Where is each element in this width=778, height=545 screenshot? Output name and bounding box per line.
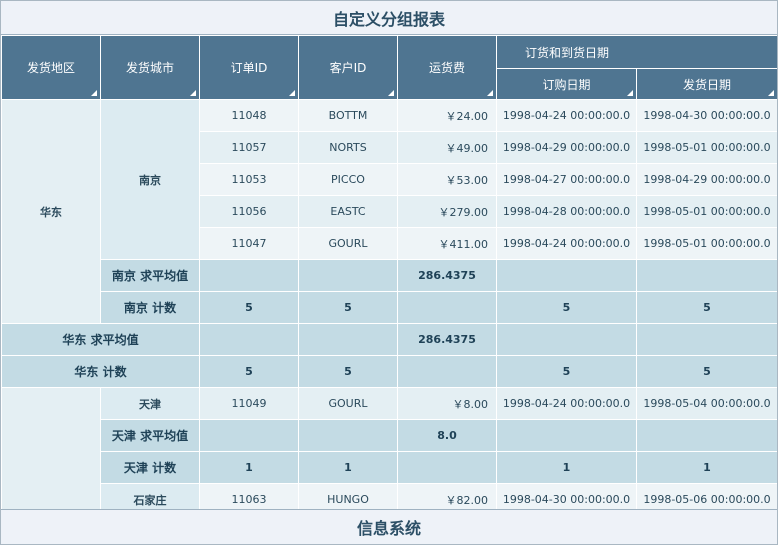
- customer-id-cell: GOURL: [298, 387, 398, 420]
- region-count-row: 华东 计数 5 5 5 5: [1, 355, 777, 388]
- report-grid[interactable]: 发货地区 发货城市 订单ID 客户ID 运货费 订货和到货日期 订购日期 发货日…: [1, 35, 777, 511]
- ship-date-cell: 1998-05-01 00:00:00.0: [635, 195, 777, 228]
- freight-cell: ￥82.00: [397, 483, 497, 511]
- report-window: 自定义分组报表 发货地区 发货城市 订单ID 客户ID 运货费 订货和到货日期 …: [0, 0, 778, 545]
- freight-cell: ￥279.00: [397, 195, 497, 228]
- empty-cell: [635, 419, 777, 452]
- region-average-label: 华东 求平均值: [1, 323, 200, 356]
- order-id-cell: 11056: [199, 195, 299, 228]
- table-row[interactable]: 天津 11049 GOURL ￥8.00 1998-04-24 00:00:00.0 19…: [1, 387, 777, 511]
- city-average-freight: 8.0: [397, 419, 497, 452]
- count-order-id: 5: [199, 291, 299, 324]
- empty-cell: [199, 259, 299, 292]
- header-order-id[interactable]: 订单ID: [199, 35, 299, 100]
- empty-cell: [397, 291, 497, 324]
- empty-cell: [199, 323, 299, 356]
- city-average-row: 天津 求平均值 8.0: [2, 419, 777, 452]
- freight-cell: ￥24.00: [397, 99, 497, 132]
- empty-cell: [397, 355, 497, 388]
- ship-date-cell: 1998-05-01 00:00:00.0: [635, 227, 777, 260]
- order-id-cell: 11047: [199, 227, 299, 260]
- count-customer-id: 5: [298, 291, 398, 324]
- empty-cell: [496, 259, 637, 292]
- order-id-cell: 11049: [199, 387, 299, 420]
- count-ship-date: 5: [635, 355, 777, 388]
- header-customer-id[interactable]: 客户ID: [298, 35, 398, 100]
- city-count-row: 南京 计数 5 5 5 5: [2, 291, 777, 324]
- city-average-freight: 286.4375: [397, 259, 497, 292]
- freight-cell: ￥8.00: [397, 387, 497, 420]
- customer-id-cell: PICCO: [298, 163, 398, 196]
- freight-cell: ￥411.00: [397, 227, 497, 260]
- ship-date-cell: 1998-05-04 00:00:00.0: [635, 387, 777, 420]
- region-cell: [1, 387, 101, 511]
- city-cell: 天津: [100, 387, 200, 420]
- city-cell: 石家庄: [100, 483, 200, 511]
- empty-cell: [496, 323, 637, 356]
- header-city[interactable]: 发货城市: [100, 35, 200, 100]
- empty-cell: [397, 451, 497, 484]
- count-order-date: 5: [496, 355, 637, 388]
- empty-cell: [199, 419, 299, 452]
- empty-cell: [635, 259, 777, 292]
- count-customer-id: 5: [298, 355, 398, 388]
- region-average-row: 华东 求平均值 286.4375: [1, 323, 777, 356]
- order-date-cell: 1998-04-24 00:00:00.0: [496, 227, 637, 260]
- empty-cell: [496, 419, 637, 452]
- ship-date-cell: 1998-05-06 00:00:00.0: [635, 483, 777, 511]
- customer-id-cell: HUNGO: [298, 483, 398, 511]
- report-body: 华东 南京 11048 BOTTM ￥24.00 1998-04-24 00:00:00.…: [1, 99, 777, 511]
- header-freight[interactable]: 运货费: [397, 35, 497, 100]
- order-date-cell: 1998-04-24 00:00:00.0: [496, 99, 637, 132]
- order-date-cell: 1998-04-28 00:00:00.0: [496, 195, 637, 228]
- region-cell: 华东: [1, 99, 101, 324]
- ship-date-cell: 1998-04-29 00:00:00.0: [635, 163, 777, 196]
- count-ship-date: 1: [635, 451, 777, 484]
- city-count-row: 天津 计数 1 1 1 1: [2, 451, 777, 484]
- order-id-cell: 11053: [199, 163, 299, 196]
- header-region[interactable]: 发货地区: [1, 35, 101, 100]
- ship-date-cell: 1998-04-30 00:00:00.0: [635, 99, 777, 132]
- region-count-label: 华东 计数: [1, 355, 200, 388]
- count-ship-date: 5: [635, 291, 777, 324]
- empty-cell: [298, 323, 398, 356]
- region-average-freight: 286.4375: [397, 323, 497, 356]
- order-id-cell: 11057: [199, 131, 299, 164]
- freight-cell: ￥53.00: [397, 163, 497, 196]
- count-order-date: 1: [496, 451, 637, 484]
- order-date-cell: 1998-04-30 00:00:00.0: [496, 483, 637, 511]
- freight-cell: ￥49.00: [397, 131, 497, 164]
- footer-system-name: 信息系统: [1, 509, 777, 544]
- city-count-label: 天津 计数: [100, 451, 200, 484]
- empty-cell: [298, 259, 398, 292]
- count-customer-id: 1: [298, 451, 398, 484]
- grouped-report-table: 发货地区 发货城市 订单ID 客户ID 运货费 订货和到货日期 订购日期 发货日…: [1, 35, 777, 511]
- count-order-id: 1: [199, 451, 299, 484]
- table-row[interactable]: 石家庄 11063 HUNGO ￥82.00 1998-04-30 00:00:00.0…: [2, 483, 777, 511]
- city-cell: 南京: [100, 99, 200, 260]
- empty-cell: [635, 323, 777, 356]
- order-date-cell: 1998-04-29 00:00:00.0: [496, 131, 637, 164]
- order-id-cell: 11048: [199, 99, 299, 132]
- order-date-cell: 1998-04-27 00:00:00.0: [496, 163, 637, 196]
- city-average-label: 天津 求平均值: [100, 419, 200, 452]
- order-id-cell: 11063: [199, 483, 299, 511]
- customer-id-cell: NORTS: [298, 131, 398, 164]
- report-title: 自定义分组报表: [1, 1, 777, 35]
- empty-cell: [298, 419, 398, 452]
- city-count-label: 南京 计数: [100, 291, 200, 324]
- header-date-group: 订货和到货日期: [495, 35, 777, 69]
- customer-id-cell: BOTTM: [298, 99, 398, 132]
- order-date-cell: 1998-04-24 00:00:00.0: [496, 387, 637, 420]
- count-order-date: 5: [496, 291, 637, 324]
- header-ship-date[interactable]: 发货日期: [635, 68, 777, 100]
- count-order-id: 5: [199, 355, 299, 388]
- customer-id-cell: GOURL: [298, 227, 398, 260]
- header-order-date[interactable]: 订购日期: [496, 68, 637, 100]
- customer-id-cell: EASTC: [298, 195, 398, 228]
- table-row[interactable]: 华东 南京 11048 BOTTM ￥24.00 1998-04-24 00:00:00.…: [1, 99, 777, 324]
- ship-date-cell: 1998-05-01 00:00:00.0: [635, 131, 777, 164]
- city-average-label: 南京 求平均值: [100, 259, 200, 292]
- city-average-row: 南京 求平均值 286.4375: [2, 259, 777, 292]
